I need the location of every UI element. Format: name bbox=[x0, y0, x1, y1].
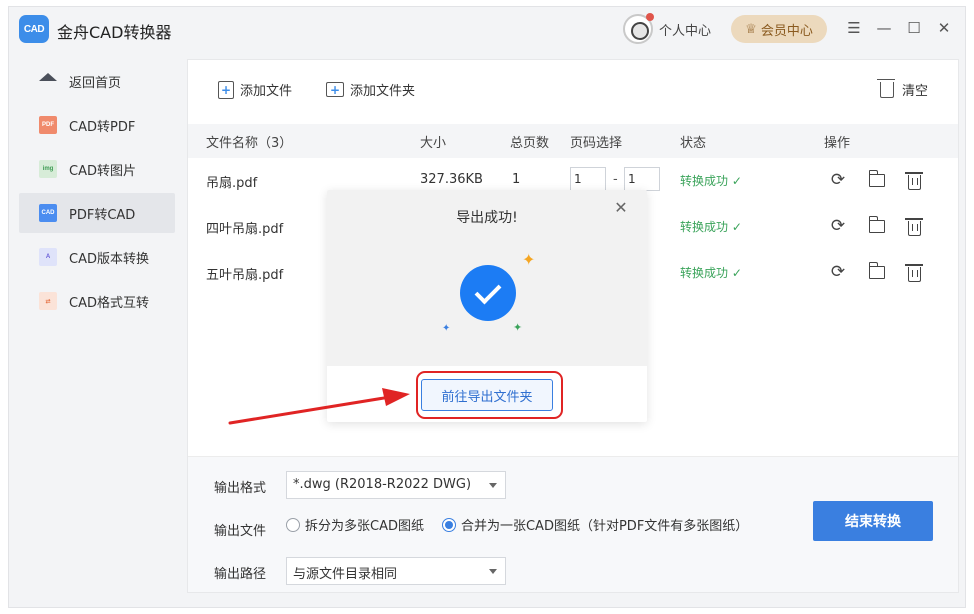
output-settings: 输出格式 *.dwg (R2018-R2022 DWG) 输出文件 拆分为多张C… bbox=[188, 456, 958, 592]
sidebar-item-label: 返回首页 bbox=[69, 75, 122, 91]
image-icon: img bbox=[39, 160, 57, 178]
add-file-button[interactable]: + 添加文件 bbox=[218, 80, 292, 99]
trash-icon[interactable] bbox=[905, 172, 923, 190]
header-name: 文件名称（3） bbox=[206, 136, 293, 151]
toolbar: + 添加文件 + 添加文件夹 清空 bbox=[188, 60, 958, 120]
cad-icon: CAD bbox=[39, 204, 57, 222]
split-option-label[interactable]: 拆分为多张CAD图纸 bbox=[305, 515, 424, 534]
refresh-icon[interactable]: ⟳ bbox=[828, 262, 848, 282]
status-badge: 转换成功 ✓ bbox=[680, 174, 742, 188]
page-range-dash: - bbox=[613, 172, 618, 187]
trash-icon[interactable] bbox=[905, 264, 923, 282]
sidebar-item-cad-to-image[interactable]: img CAD转图片 bbox=[19, 149, 175, 189]
sidebar-item-cad-version[interactable]: A CAD版本转换 bbox=[19, 237, 175, 277]
dialog-title: 导出成功! bbox=[456, 210, 518, 226]
file-name: 吊扇.pdf bbox=[206, 176, 258, 191]
add-folder-button[interactable]: + 添加文件夹 bbox=[326, 80, 415, 99]
output-format-select[interactable]: *.dwg (R2018-R2022 DWG) bbox=[286, 471, 506, 499]
table-header: 文件名称（3） 大小 总页数 页码选择 状态 操作 bbox=[188, 124, 958, 158]
header-status: 状态 bbox=[680, 136, 707, 151]
crown-icon: ♕ bbox=[745, 21, 757, 37]
end-conversion-button[interactable]: 结束转换 bbox=[813, 501, 933, 541]
version-icon: A bbox=[39, 248, 57, 266]
file-pages: 1 bbox=[512, 172, 521, 187]
sparkle-icon: ✦ bbox=[442, 323, 451, 334]
highlight-box bbox=[416, 371, 563, 419]
header-page-select: 页码选择 bbox=[570, 136, 623, 151]
refresh-icon[interactable]: ⟳ bbox=[828, 170, 848, 190]
merge-option-label[interactable]: 合并为一张CAD图纸（针对PDF文件有多张图纸） bbox=[461, 515, 748, 534]
user-center-label: 个人中心 bbox=[659, 23, 712, 39]
app-logo-text: CAD bbox=[23, 23, 45, 35]
title-bar: CAD 金舟CAD转换器 个人中心 ♕ 会员中心 ☰ — ☐ ✕ bbox=[9, 7, 967, 51]
chevron-down-icon bbox=[489, 483, 497, 488]
sidebar-item-label: CAD转PDF bbox=[69, 119, 136, 135]
page-from-input[interactable]: 1 bbox=[570, 167, 606, 191]
add-file-label: 添加文件 bbox=[240, 84, 293, 99]
sidebar: 返回首页 PDF CAD转PDF img CAD转图片 CAD PDF转CAD … bbox=[19, 61, 175, 325]
page-to-input[interactable]: 1 bbox=[624, 167, 660, 191]
sparkle-icon: ✦ bbox=[513, 321, 523, 334]
output-format-value: *.dwg (R2018-R2022 DWG) bbox=[293, 477, 472, 492]
file-name: 四叶吊扇.pdf bbox=[206, 222, 284, 237]
chevron-down-icon bbox=[489, 569, 497, 574]
file-size: 327.36KB bbox=[420, 172, 483, 187]
split-radio[interactable] bbox=[286, 517, 300, 532]
output-path-value: 与源文件目录相同 bbox=[293, 567, 398, 582]
add-folder-icon: + bbox=[326, 82, 344, 97]
sidebar-item-label: PDF转CAD bbox=[69, 207, 136, 223]
trash-icon[interactable] bbox=[905, 218, 923, 236]
status-badge: 转换成功 ✓ bbox=[680, 266, 742, 280]
sidebar-item-label: CAD转图片 bbox=[69, 163, 136, 179]
folder-icon[interactable] bbox=[868, 216, 885, 233]
user-center-button[interactable]: 个人中心 bbox=[623, 13, 711, 45]
sidebar-item-pdf-to-cad[interactable]: CAD PDF转CAD bbox=[19, 193, 175, 233]
vip-center-button[interactable]: ♕ 会员中心 bbox=[731, 15, 827, 43]
vip-center-label: 会员中心 bbox=[760, 23, 813, 39]
maximize-button[interactable]: ☐ bbox=[903, 17, 925, 39]
output-path-label: 输出路径 bbox=[214, 567, 267, 582]
header-size: 大小 bbox=[420, 136, 447, 151]
file-name: 五叶吊扇.pdf bbox=[206, 268, 284, 283]
folder-icon[interactable] bbox=[868, 170, 885, 187]
sidebar-item-cad-to-pdf[interactable]: PDF CAD转PDF bbox=[19, 105, 175, 145]
output-format-label: 输出格式 bbox=[214, 481, 267, 496]
folder-icon[interactable] bbox=[868, 262, 885, 279]
home-icon bbox=[39, 72, 57, 90]
success-check-icon bbox=[460, 265, 516, 321]
header-pages: 总页数 bbox=[510, 136, 550, 151]
output-path-select[interactable]: 与源文件目录相同 bbox=[286, 557, 506, 585]
refresh-icon[interactable]: ⟳ bbox=[828, 216, 848, 236]
output-file-options: 拆分为多张CAD图纸 合并为一张CAD图纸（针对PDF文件有多张图纸） bbox=[286, 515, 748, 534]
add-file-icon: + bbox=[218, 80, 234, 99]
clear-label: 清空 bbox=[902, 84, 929, 99]
menu-icon[interactable]: ☰ bbox=[843, 17, 865, 39]
sidebar-item-home[interactable]: 返回首页 bbox=[19, 61, 175, 101]
trash-icon bbox=[877, 78, 895, 98]
sidebar-item-cad-format[interactable]: ⇄ CAD格式互转 bbox=[19, 281, 175, 321]
pdf-icon: PDF bbox=[39, 116, 57, 134]
avatar bbox=[623, 13, 654, 44]
sidebar-item-label: CAD版本转换 bbox=[69, 251, 149, 267]
close-button[interactable]: ✕ bbox=[933, 17, 955, 39]
format-icon: ⇄ bbox=[39, 292, 57, 310]
app-logo: CAD bbox=[19, 15, 49, 43]
clear-button[interactable]: 清空 bbox=[877, 78, 929, 99]
close-icon[interactable]: ✕ bbox=[613, 200, 629, 216]
merge-radio[interactable] bbox=[441, 517, 456, 532]
sidebar-item-label: CAD格式互转 bbox=[69, 295, 149, 311]
sparkle-icon: ✦ bbox=[522, 250, 536, 269]
status-badge: 转换成功 ✓ bbox=[680, 220, 742, 234]
header-ops: 操作 bbox=[824, 136, 851, 151]
add-folder-label: 添加文件夹 bbox=[350, 84, 416, 99]
minimize-button[interactable]: — bbox=[873, 17, 895, 39]
app-title: 金舟CAD转换器 bbox=[57, 23, 172, 42]
output-file-label: 输出文件 bbox=[214, 524, 267, 539]
